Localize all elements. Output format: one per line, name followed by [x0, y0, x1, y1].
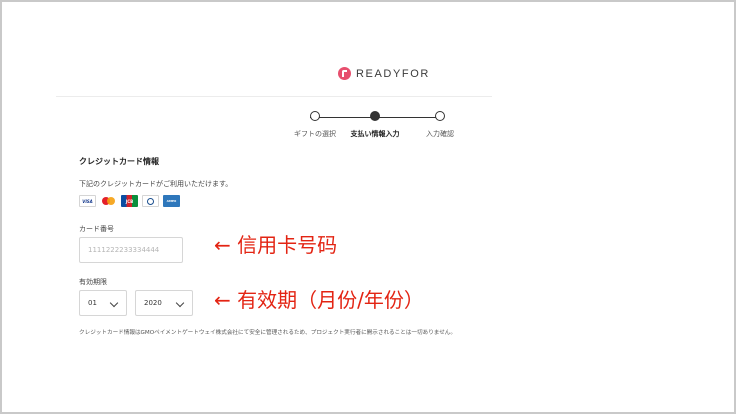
readyfor-logo-icon — [338, 67, 351, 80]
card-number-annotation: ← 信用卡号码 — [214, 233, 338, 257]
expiry-year-select[interactable]: 2020 — [135, 290, 193, 316]
expiry-annotation: ← 有效期（月份/年份） — [214, 288, 424, 312]
step-circle-icon — [310, 111, 320, 121]
visa-icon: VISA — [79, 195, 96, 207]
step-gift-selection: ギフトの選択 — [285, 110, 345, 139]
mastercard-icon — [100, 195, 117, 207]
step-label: 入力確認 — [426, 130, 454, 138]
section-title: クレジットカード情報 — [79, 157, 159, 166]
readyfor-logo[interactable]: READYFOR — [338, 67, 430, 80]
progress-stepper: ギフトの選択 支払い情報入力 入力確認 — [285, 110, 465, 142]
chevron-down-icon — [109, 298, 119, 308]
accepted-cards-description: 下記のクレジットカードがご利用いただけます。 — [79, 180, 233, 188]
header-divider — [56, 96, 492, 97]
expiry-year-value: 2020 — [144, 299, 162, 307]
amex-icon: AMEX — [163, 195, 180, 207]
screenshot-frame — [0, 0, 736, 414]
visa-label: VISA — [82, 198, 93, 204]
step-circle-icon — [370, 111, 380, 121]
jcb-icon: JCB — [121, 195, 138, 207]
diners-icon — [142, 195, 159, 207]
step-label: 支払い情報入力 — [350, 130, 400, 138]
expiry-month-select[interactable]: 01 — [79, 290, 127, 316]
step-circle-icon — [435, 111, 445, 121]
expiry-label: 有効期限 — [79, 278, 107, 286]
card-number-label: カード番号 — [79, 225, 114, 233]
security-note: クレジットカード情報はGMOペイメントゲートウェイ株式会社にて安全に管理されるた… — [79, 330, 456, 336]
step-confirm: 入力確認 — [410, 110, 470, 139]
card-number-input[interactable] — [79, 237, 183, 263]
step-label: ギフトの選択 — [294, 130, 336, 138]
accepted-cards: VISA JCB AMEX — [79, 195, 180, 207]
step-payment-info: 支払い情報入力 — [345, 110, 405, 139]
chevron-down-icon — [175, 298, 185, 308]
expiry-month-value: 01 — [88, 299, 97, 307]
jcb-label: JCB — [125, 198, 134, 204]
brand-name: READYFOR — [356, 67, 430, 80]
